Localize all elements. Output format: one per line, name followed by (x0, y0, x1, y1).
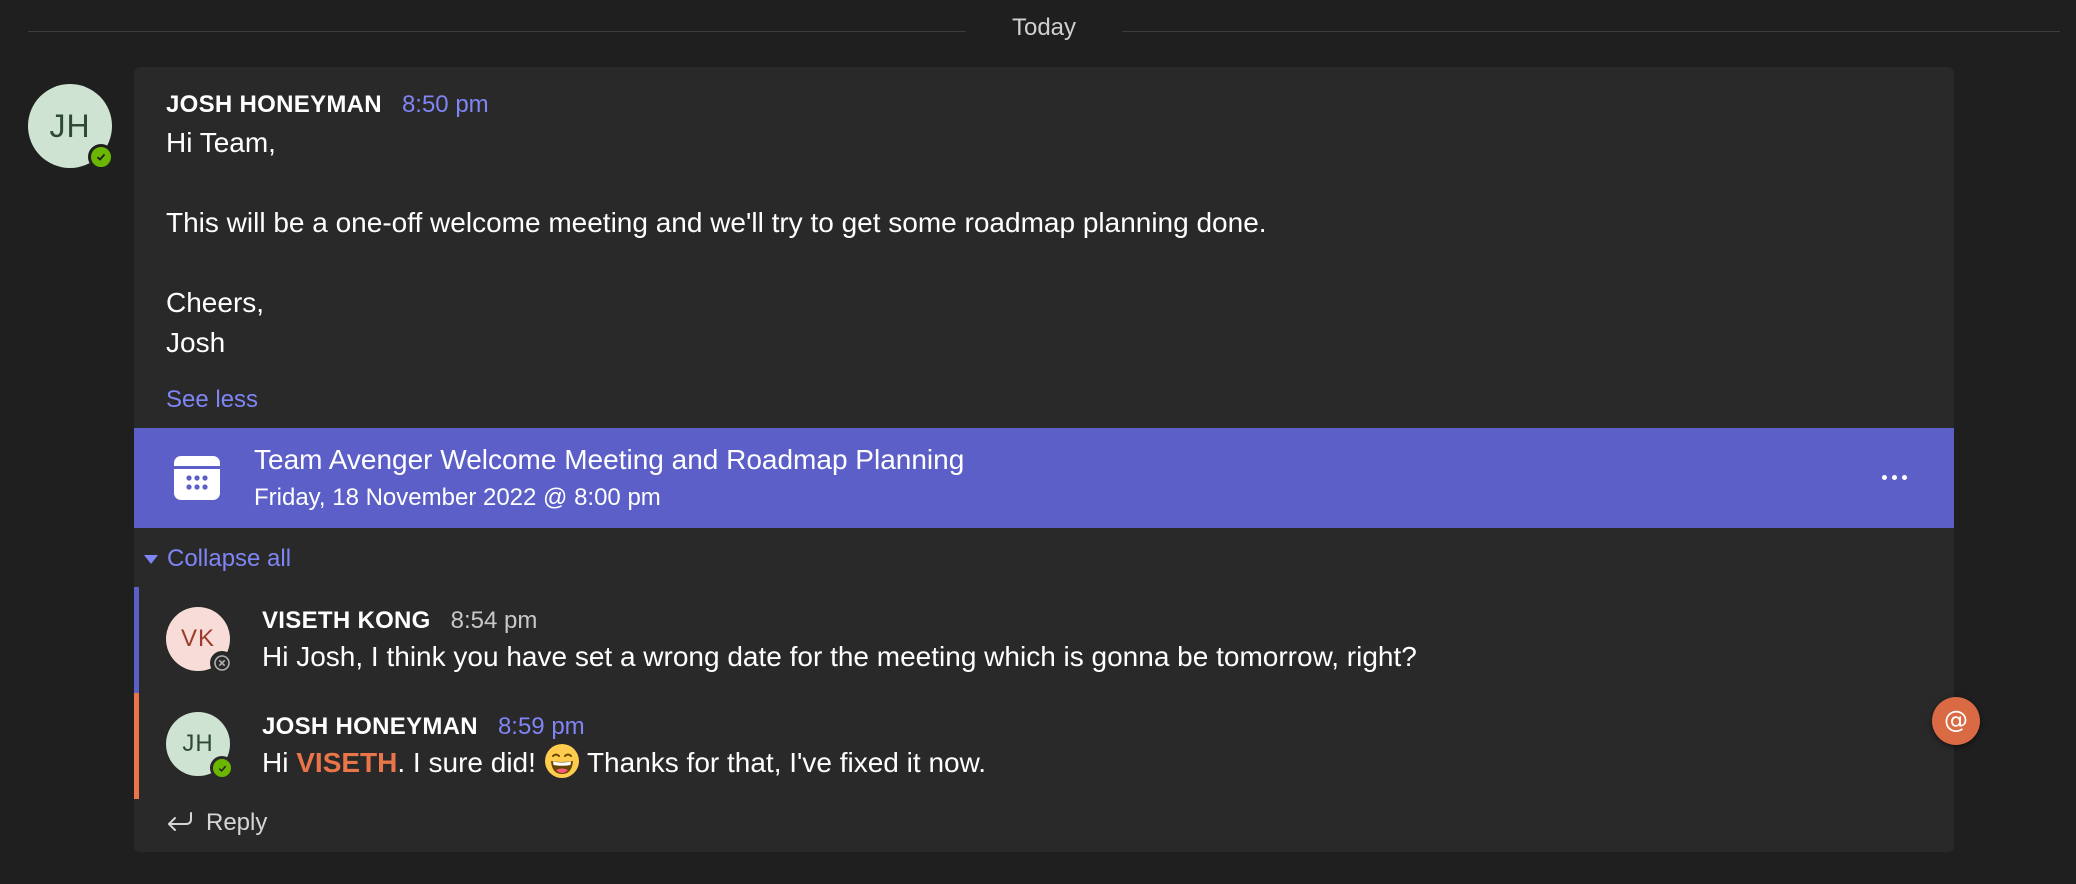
message-line-greeting: Hi Team, (166, 127, 276, 158)
reply-text-middle: . I sure did! (397, 747, 544, 778)
reply-indicator-bar (134, 693, 139, 799)
author-name[interactable]: JOSH HONEYMAN (166, 91, 382, 119)
see-less-link[interactable]: See less (166, 386, 258, 414)
reply-header: JOSH HONEYMAN 8:59 pm (262, 713, 585, 741)
meeting-datetime: Friday, 18 November 2022 @ 8:00 pm (254, 484, 661, 511)
avatar-initials: JH (182, 730, 214, 757)
presence-available-icon (210, 756, 234, 780)
caret-down-icon (144, 554, 158, 564)
author-avatar[interactable]: JH (28, 84, 114, 170)
reply-arrow-icon (168, 812, 192, 831)
presence-available-icon (88, 144, 114, 170)
meeting-title[interactable]: Team Avenger Welcome Meeting and Roadmap… (254, 444, 964, 476)
collapse-all-button[interactable]: Collapse all (144, 545, 291, 573)
message-card: JOSH HONEYMAN 8:50 pm Hi Team, This will… (134, 67, 1954, 852)
reply-avatar[interactable]: JH (166, 712, 234, 780)
message-timestamp: 8:54 pm (450, 607, 538, 634)
date-divider-line-right (1122, 31, 2060, 32)
message-line-signature: Josh (166, 327, 226, 358)
reply-text-end: Thanks for that, I've fixed it now. (579, 747, 987, 778)
grinning-face-emoji (544, 744, 579, 778)
message-timestamp: 8:50 pm (401, 91, 489, 118)
author-name[interactable]: VISETH KONG (262, 607, 431, 635)
reply-text-start: Hi (262, 747, 297, 778)
user-mention[interactable]: VISETH (296, 747, 397, 778)
reply-button[interactable]: Reply (164, 809, 267, 837)
reply-label: Reply (206, 809, 268, 836)
message-line-body: This will be a one-off welcome meeting a… (166, 207, 1267, 238)
date-divider-line-left (28, 31, 966, 32)
more-options-icon[interactable] (1874, 462, 1914, 492)
reply-avatar[interactable]: VK (166, 607, 234, 675)
message-line-signoff: Cheers, (166, 287, 265, 318)
calendar-icon (174, 456, 220, 500)
presence-offline-icon (210, 651, 234, 675)
reply-text: Hi Josh, I think you have set a wrong da… (262, 641, 1417, 672)
svg-text:@: @ (1944, 706, 1968, 734)
reply-header: VISETH KONG 8:54 pm (262, 607, 537, 635)
date-divider-label: Today (1011, 14, 1077, 41)
at-mention-icon[interactable]: @ (1932, 697, 1980, 745)
collapse-all-label: Collapse all (167, 545, 292, 572)
author-name[interactable]: JOSH HONEYMAN (262, 713, 478, 741)
reply-indicator-bar (134, 587, 139, 693)
avatar-initials: JH (49, 107, 91, 144)
reply-text: Hi VISETH. I sure did! Thanks for that, … (262, 743, 986, 783)
message-header: JOSH HONEYMAN 8:50 pm (166, 91, 489, 119)
message-timestamp: 8:59 pm (497, 713, 585, 740)
at-sign-glyph: @ (1944, 706, 1968, 734)
meeting-card[interactable]: Team Avenger Welcome Meeting and Roadmap… (134, 428, 1954, 528)
avatar-initials: VK (180, 625, 215, 652)
